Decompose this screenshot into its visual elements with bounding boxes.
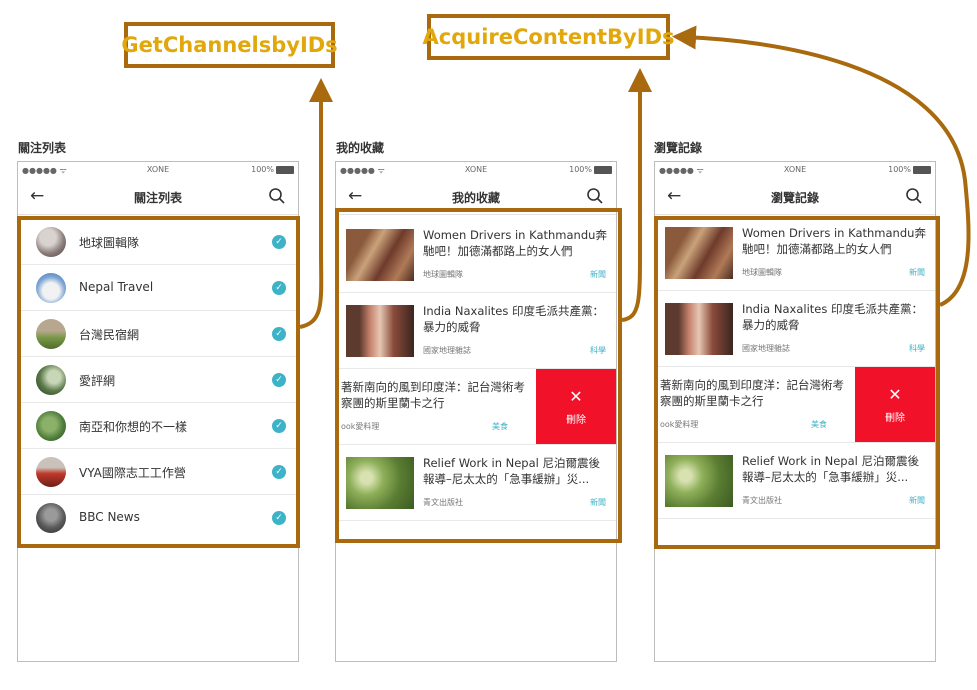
connector-arrows — [299, 25, 971, 329]
arrow-history-to-content — [672, 25, 971, 307]
arrow-favorites-to-content — [621, 68, 652, 322]
arrow-subscriptions-to-channels — [299, 78, 333, 329]
